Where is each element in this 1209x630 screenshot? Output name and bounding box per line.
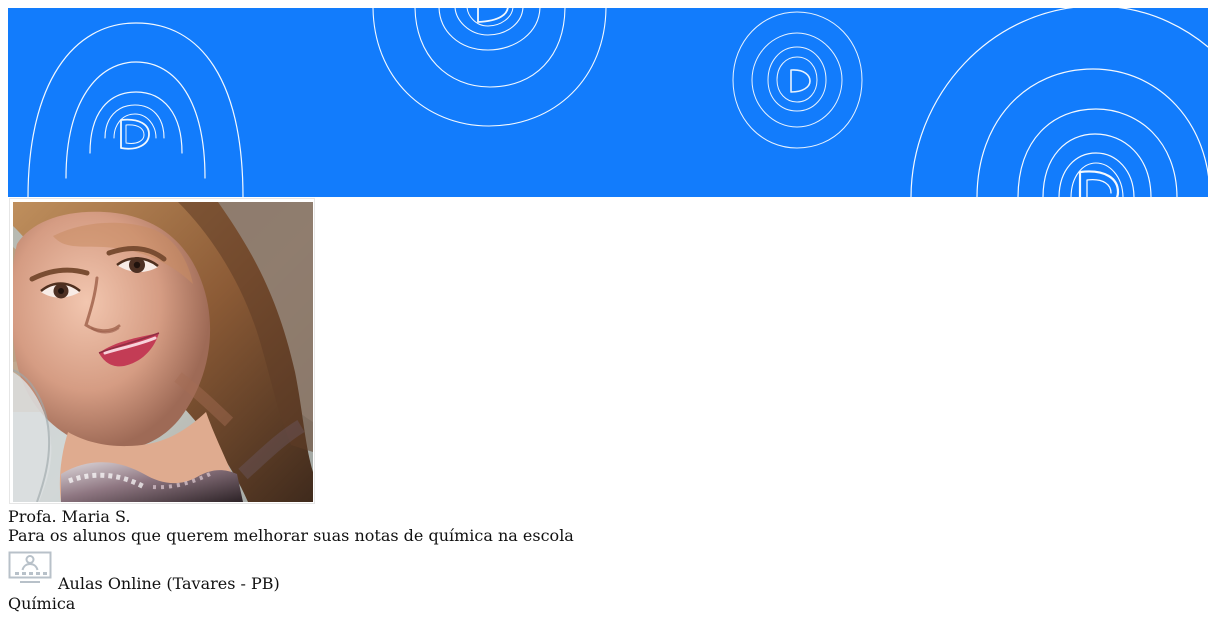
online-lesson-monitor-icon xyxy=(8,551,52,585)
teacher-portrait-icon xyxy=(13,202,313,502)
subject-label: Química xyxy=(8,594,76,613)
teacher-name: Profa. Maria S. xyxy=(8,507,131,526)
teacher-photo-frame xyxy=(9,198,315,504)
teacher-headline: Para os alunos que querem melhorar suas … xyxy=(8,526,574,545)
lesson-type: Aulas Online (Tavares - PB) xyxy=(58,574,280,593)
profile-banner xyxy=(8,8,1208,197)
banner-pattern-icon xyxy=(8,8,1208,197)
teacher-photo xyxy=(13,202,313,502)
